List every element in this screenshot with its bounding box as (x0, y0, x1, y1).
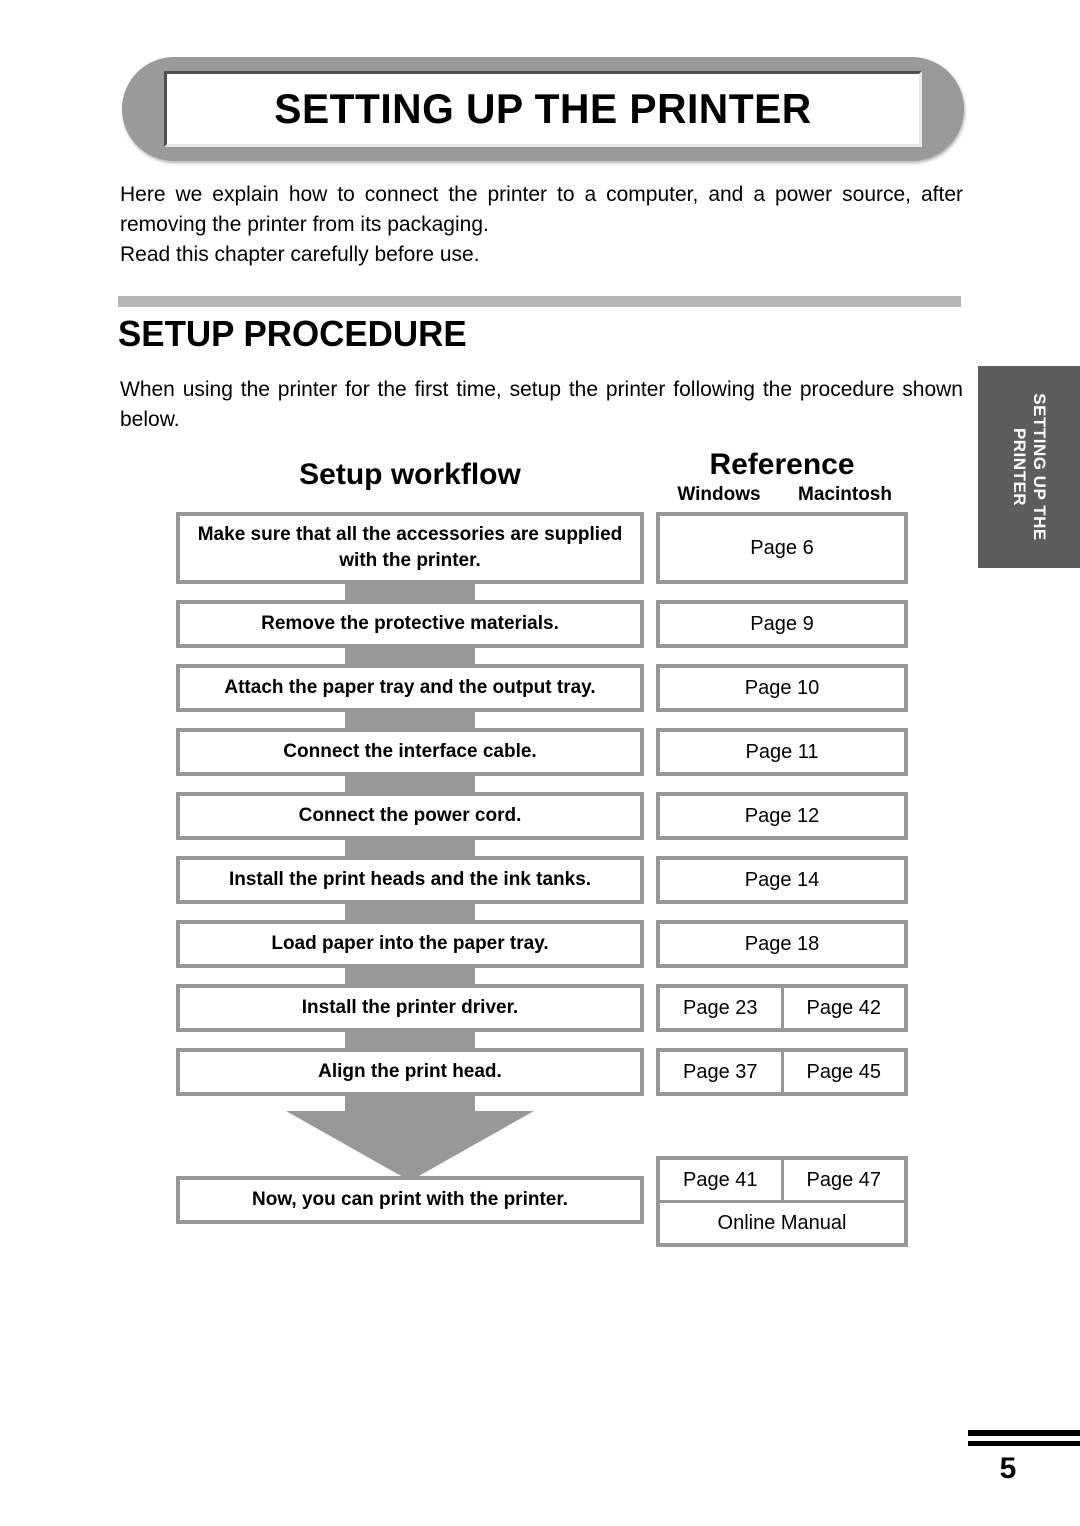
intro-paragraph: Here we explain how to connect the print… (120, 180, 963, 270)
reference-online-manual-value: Online Manual (717, 1211, 847, 1234)
intro-line-1: Here we explain how to connect the print… (120, 183, 963, 206)
section-body-paragraph: When using the printer for the first tim… (120, 375, 963, 435)
reference-page-value-macintosh: Page 47 (806, 1168, 881, 1191)
chapter-side-tab-label: SETTING UP THE PRINTER (1009, 393, 1049, 540)
reference-box: Page 9 (656, 600, 908, 648)
reference-page-value-macintosh: Page 42 (806, 996, 881, 1019)
workflow-step-box: Install the print heads and the ink tank… (176, 856, 644, 904)
reference-box: Page 11 (656, 728, 908, 776)
reference-box: Page 12 (656, 792, 908, 840)
section-body-line-2: below. (120, 408, 180, 431)
reference-page-value-windows: Page 37 (660, 1052, 784, 1092)
reference-subcolumn-headers: Windows Macintosh (656, 484, 908, 506)
footer-rule-top (968, 1430, 1080, 1436)
section-heading: SETUP PROCEDURE (118, 313, 467, 354)
chapter-title-inner-panel: SETTING UP THE PRINTER (164, 71, 922, 147)
reference-final-pages-row: Page 41 Page 47 (660, 1160, 904, 1203)
workflow-column-title: Setup workflow (299, 458, 521, 491)
reference-column-title: Reference (709, 448, 855, 481)
intro-line-3: Read this chapter carefully before use. (120, 243, 480, 266)
intro-line-2: removing the printer from its packaging. (120, 213, 489, 236)
reference-page-value-windows: Page 23 (660, 988, 784, 1028)
reference-page-value: Page 9 (750, 612, 814, 635)
reference-page-value: Page 6 (750, 536, 814, 559)
reference-box: Page 37 Page 45 (656, 1048, 908, 1096)
workflow-step-box: Remove the protective materials. (176, 600, 644, 648)
reference-final-stack: Page 41 Page 47 Online Manual (656, 1156, 908, 1247)
reference-page-value: Page 11 (745, 740, 819, 763)
workflow-step-box: Align the print head. (176, 1048, 644, 1096)
reference-page-value-windows: Page 41 (660, 1160, 784, 1200)
section-body-line-1: When using the printer for the first tim… (120, 378, 963, 401)
reference-page-value-macintosh: Page 45 (806, 1060, 881, 1083)
side-tab-line-2: PRINTER (1010, 427, 1029, 507)
reference-page-value: Page 12 (744, 804, 820, 827)
workflow-step-box: Make sure that all the accessories are s… (176, 512, 644, 584)
reference-page-value: Page 14 (744, 868, 820, 891)
page-title: SETTING UP THE PRINTER (274, 85, 812, 132)
reference-page-value: Page 10 (744, 676, 820, 699)
reference-box: Page 18 (656, 920, 908, 968)
chapter-title-plaque: SETTING UP THE PRINTER (122, 57, 964, 161)
chapter-side-tab: SETTING UP THE PRINTER (978, 366, 1080, 568)
reference-box: Page 10 (656, 664, 908, 712)
workflow-step-box: Connect the interface cable. (176, 728, 644, 776)
page-number: 5 (999, 1452, 1017, 1485)
footer-rule-bottom (968, 1441, 1080, 1446)
workflow-step-box: Install the printer driver. (176, 984, 644, 1032)
workflow-step-box: Load paper into the paper tray. (176, 920, 644, 968)
workflow-step-box: Attach the paper tray and the output tra… (176, 664, 644, 712)
reference-box: Page 14 (656, 856, 908, 904)
arrow-head (286, 1111, 534, 1181)
section-divider-rule (118, 296, 961, 307)
workflow-step-box: Connect the power cord. (176, 792, 644, 840)
reference-box: Page 6 (656, 512, 908, 584)
workflow-final-step-box: Now, you can print with the printer. (176, 1176, 644, 1224)
reference-page-value: Page 18 (744, 932, 820, 955)
reference-online-manual-row: Online Manual (660, 1203, 904, 1243)
reference-macintosh-header: Macintosh (798, 484, 892, 505)
side-tab-line-1: SETTING UP THE (1030, 393, 1049, 541)
reference-windows-header: Windows (677, 484, 761, 505)
reference-box: Page 23 Page 42 (656, 984, 908, 1032)
